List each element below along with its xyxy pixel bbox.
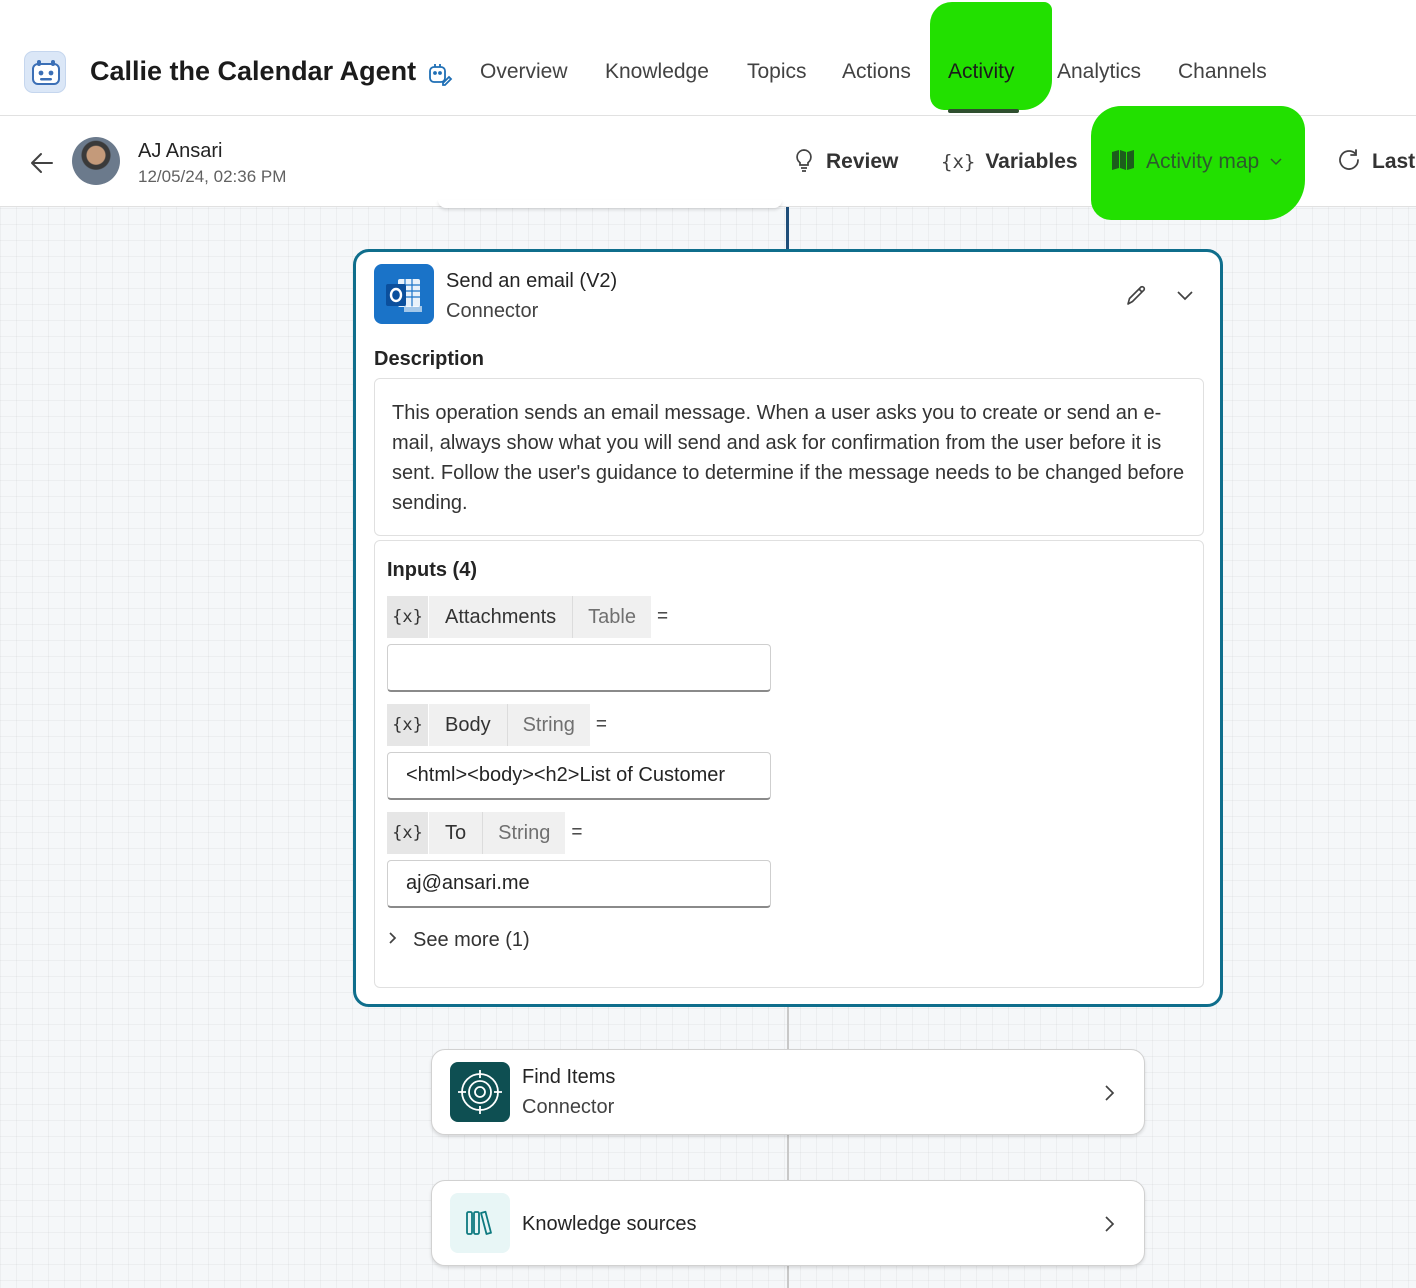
pencil-icon[interactable] [1124, 282, 1150, 308]
map-icon [1110, 148, 1136, 177]
active-tab-indicator [948, 109, 1019, 113]
back-arrow-icon[interactable] [28, 149, 56, 177]
action-title: Send an email (V2) [446, 270, 618, 292]
tab-activity[interactable]: Activity [948, 60, 1015, 84]
refresh-icon [1336, 147, 1362, 178]
session-toolbar: AJ Ansari 12/05/24, 02:36 PM Review {x} … [0, 106, 1416, 220]
last-button[interactable]: Last [1336, 146, 1415, 178]
tab-channels[interactable]: Channels [1178, 60, 1267, 84]
app-title: Callie the Calendar Agent [90, 56, 417, 86]
activity-map-button[interactable]: Activity map [1110, 146, 1283, 178]
input-name: Body [429, 704, 508, 746]
variable-icon: {x} [387, 704, 429, 746]
flow-connector [787, 1007, 789, 1050]
tab-topics[interactable]: Topics [747, 60, 807, 84]
variable-icon: {x} [387, 812, 429, 854]
agent-avatar-icon [24, 51, 66, 93]
inputs-heading: Inputs (4) [387, 559, 477, 581]
input-name: To [429, 812, 484, 854]
step-card-find-items[interactable]: Find Items Connector [431, 1049, 1145, 1135]
agent-settings-icon[interactable] [426, 60, 454, 88]
step-type: Connector [522, 1096, 615, 1118]
flow-connector [787, 1266, 789, 1288]
variables-button[interactable]: {x} Variables [941, 146, 1078, 178]
body-field[interactable]: <html><body><h2>List of Customer [387, 752, 771, 800]
description-heading: Description [374, 348, 485, 370]
tab-knowledge[interactable]: Knowledge [605, 60, 709, 84]
last-label: Last [1372, 150, 1416, 173]
equals-sign: = [656, 606, 669, 627]
tab-overview[interactable]: Overview [480, 60, 568, 84]
inputs-panel: Inputs (4) {x} Attachments Table = {x} B… [374, 540, 1204, 988]
variables-icon: {x} [941, 151, 976, 173]
chevron-right-icon [1096, 1080, 1122, 1106]
top-header: Callie the Calendar Agent Overview Knowl… [0, 0, 1416, 116]
step-title: Find Items [522, 1066, 616, 1088]
see-more-toggle[interactable]: See more (1) [387, 929, 530, 952]
lightbulb-icon [792, 147, 816, 178]
outlook-icon [374, 264, 434, 324]
attachments-field[interactable] [387, 644, 771, 692]
previous-step-card-edge [438, 200, 782, 208]
input-name: Attachments [429, 596, 574, 638]
description-text: This operation sends an email message. W… [374, 378, 1204, 536]
user-name: AJ Ansari [138, 140, 223, 162]
tab-analytics[interactable]: Analytics [1057, 60, 1141, 84]
send-email-action-card: Send an email (V2) Connector Description… [353, 249, 1223, 1007]
tab-actions[interactable]: Actions [842, 60, 911, 84]
session-timestamp: 12/05/24, 02:36 PM [138, 167, 287, 186]
flow-connector [786, 207, 789, 250]
variables-label: Variables [985, 150, 1078, 173]
flow-connector [787, 1135, 789, 1181]
books-icon [450, 1193, 510, 1253]
see-more-label: See more (1) [413, 929, 530, 951]
user-avatar [72, 137, 120, 185]
review-label: Review [826, 150, 899, 173]
chevron-right-icon [1096, 1211, 1122, 1237]
input-label-to: {x} To String = [387, 812, 582, 854]
variable-icon: {x} [387, 596, 429, 638]
step-title: Knowledge sources [522, 1213, 697, 1235]
input-type: String [483, 812, 566, 854]
input-label-attachments: {x} Attachments Table = [387, 596, 668, 638]
input-type: Table [573, 596, 651, 638]
activity-tab-highlight [930, 2, 1052, 110]
equals-sign: = [595, 714, 607, 735]
equals-sign: = [571, 822, 583, 843]
input-type: String [507, 704, 590, 746]
activity-map-label: Activity map [1146, 150, 1260, 173]
step-card-knowledge-sources[interactable]: Knowledge sources [431, 1180, 1145, 1266]
connector-icon [450, 1062, 510, 1122]
input-label-body: {x} Body String = [387, 704, 607, 746]
chevron-down-icon [1269, 153, 1283, 171]
review-button[interactable]: Review [792, 146, 898, 178]
to-field[interactable]: aj@ansari.me [387, 860, 771, 908]
chevron-right-icon [387, 929, 399, 952]
chevron-down-icon[interactable] [1172, 282, 1198, 308]
action-type: Connector [446, 300, 539, 322]
